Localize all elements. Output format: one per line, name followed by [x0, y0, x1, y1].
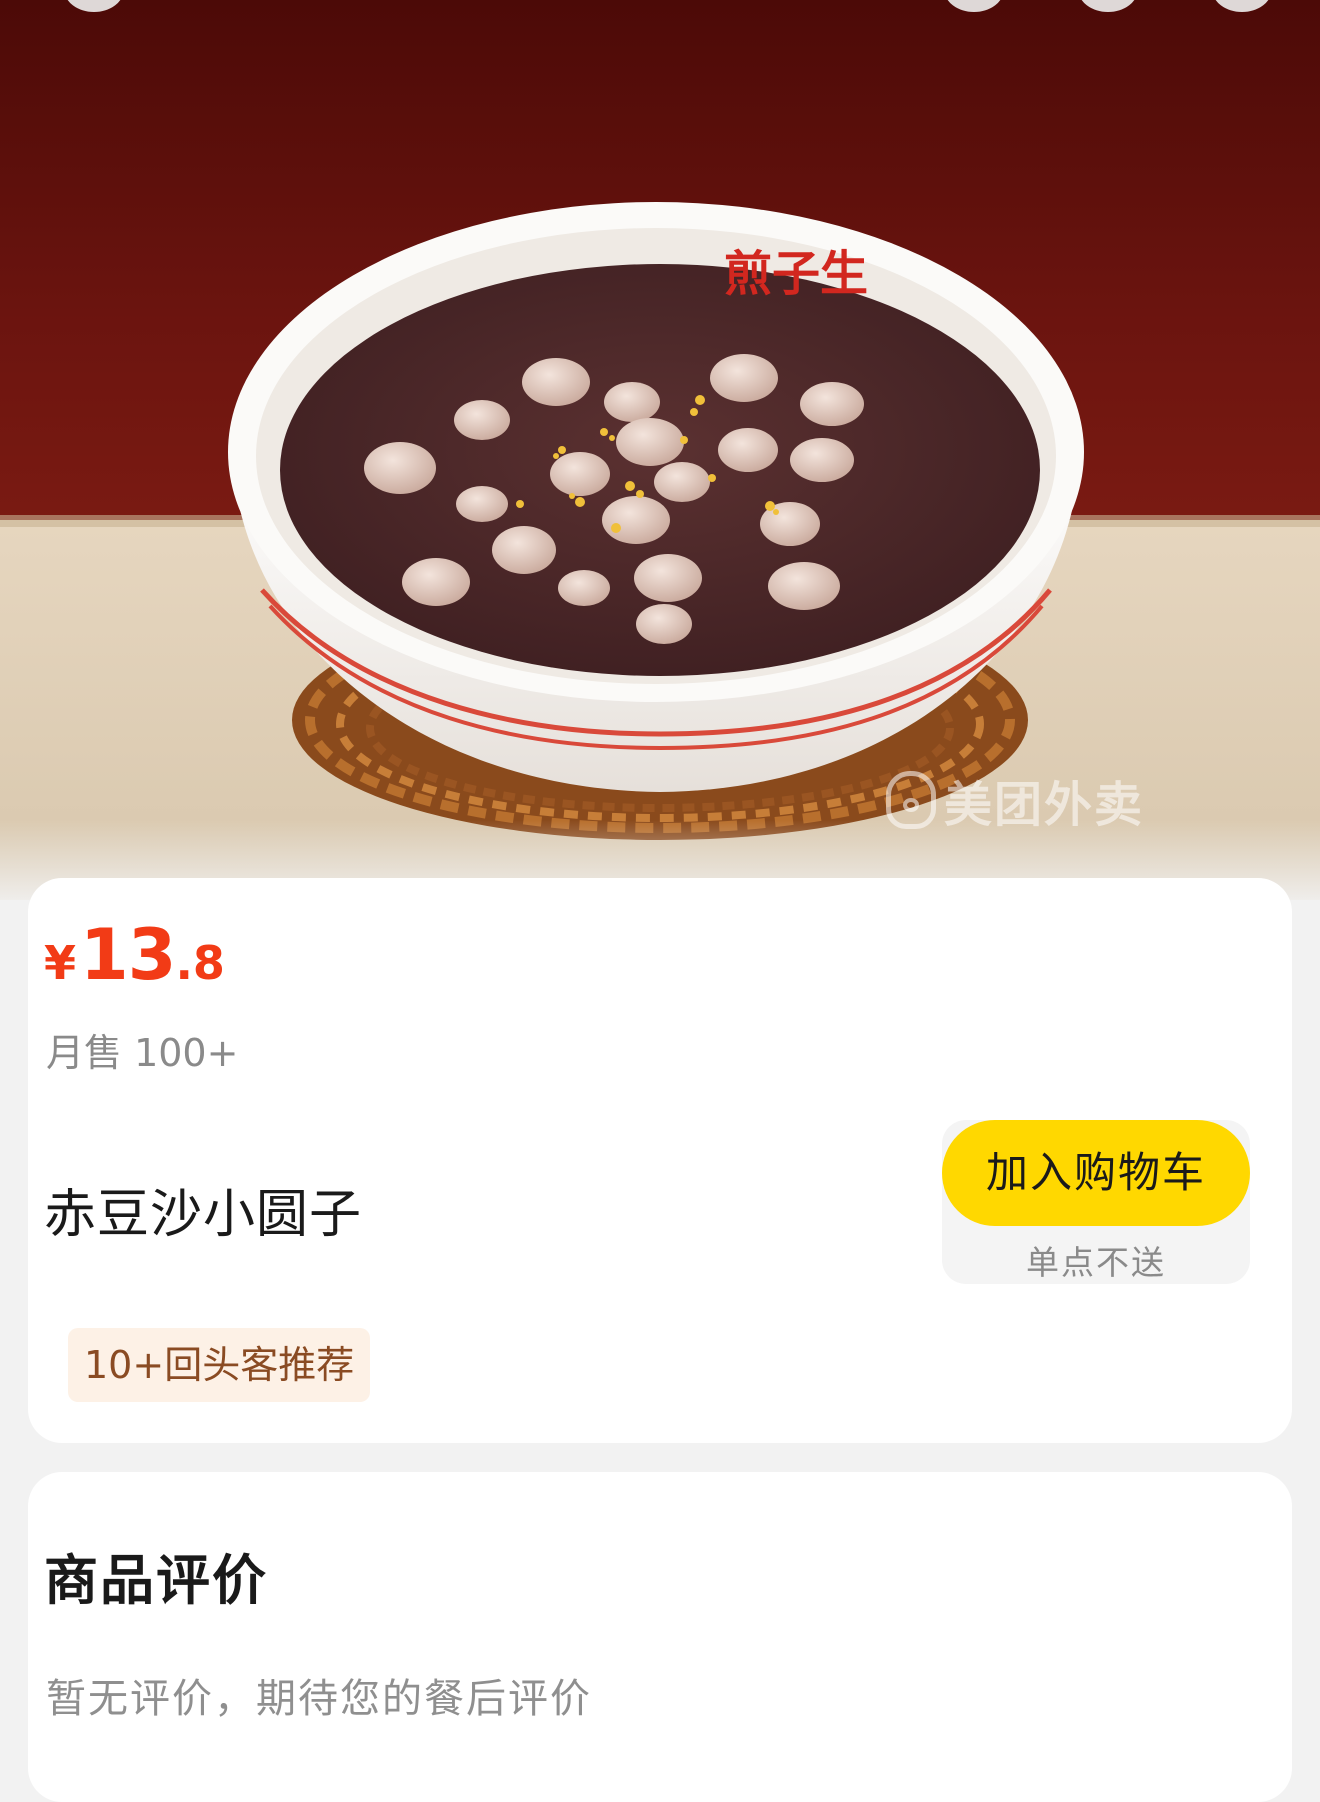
returning-customer-tag: 10+回头客推荐 [68, 1328, 371, 1402]
monthly-sales: 月售 100+ [46, 1031, 239, 1075]
watermark-text: 美团外卖 [944, 777, 1145, 833]
product-name: 赤豆沙小圆子 [44, 1185, 363, 1245]
meituan-logo-icon [886, 771, 936, 829]
price-integer: 13 [80, 914, 176, 996]
price: ¥ 13 .8 [44, 920, 225, 990]
add-to-cart-button[interactable]: 加入购物车 [942, 1120, 1250, 1226]
reviews-card [28, 1472, 1292, 1802]
reviews-title: 商品评价 [44, 1549, 268, 1612]
product-photo: 煎子生 美团外卖 [0, 0, 1320, 900]
cart-note: 单点不送 [1026, 1243, 1166, 1282]
watermark: 美团外卖 [886, 760, 1144, 840]
reviews-empty-text: 暂无评价，期待您的餐后评价 [46, 1676, 592, 1722]
bowl-print: 煎子生 [724, 246, 868, 302]
price-decimal: .8 [175, 936, 225, 990]
price-symbol: ¥ [44, 936, 77, 990]
